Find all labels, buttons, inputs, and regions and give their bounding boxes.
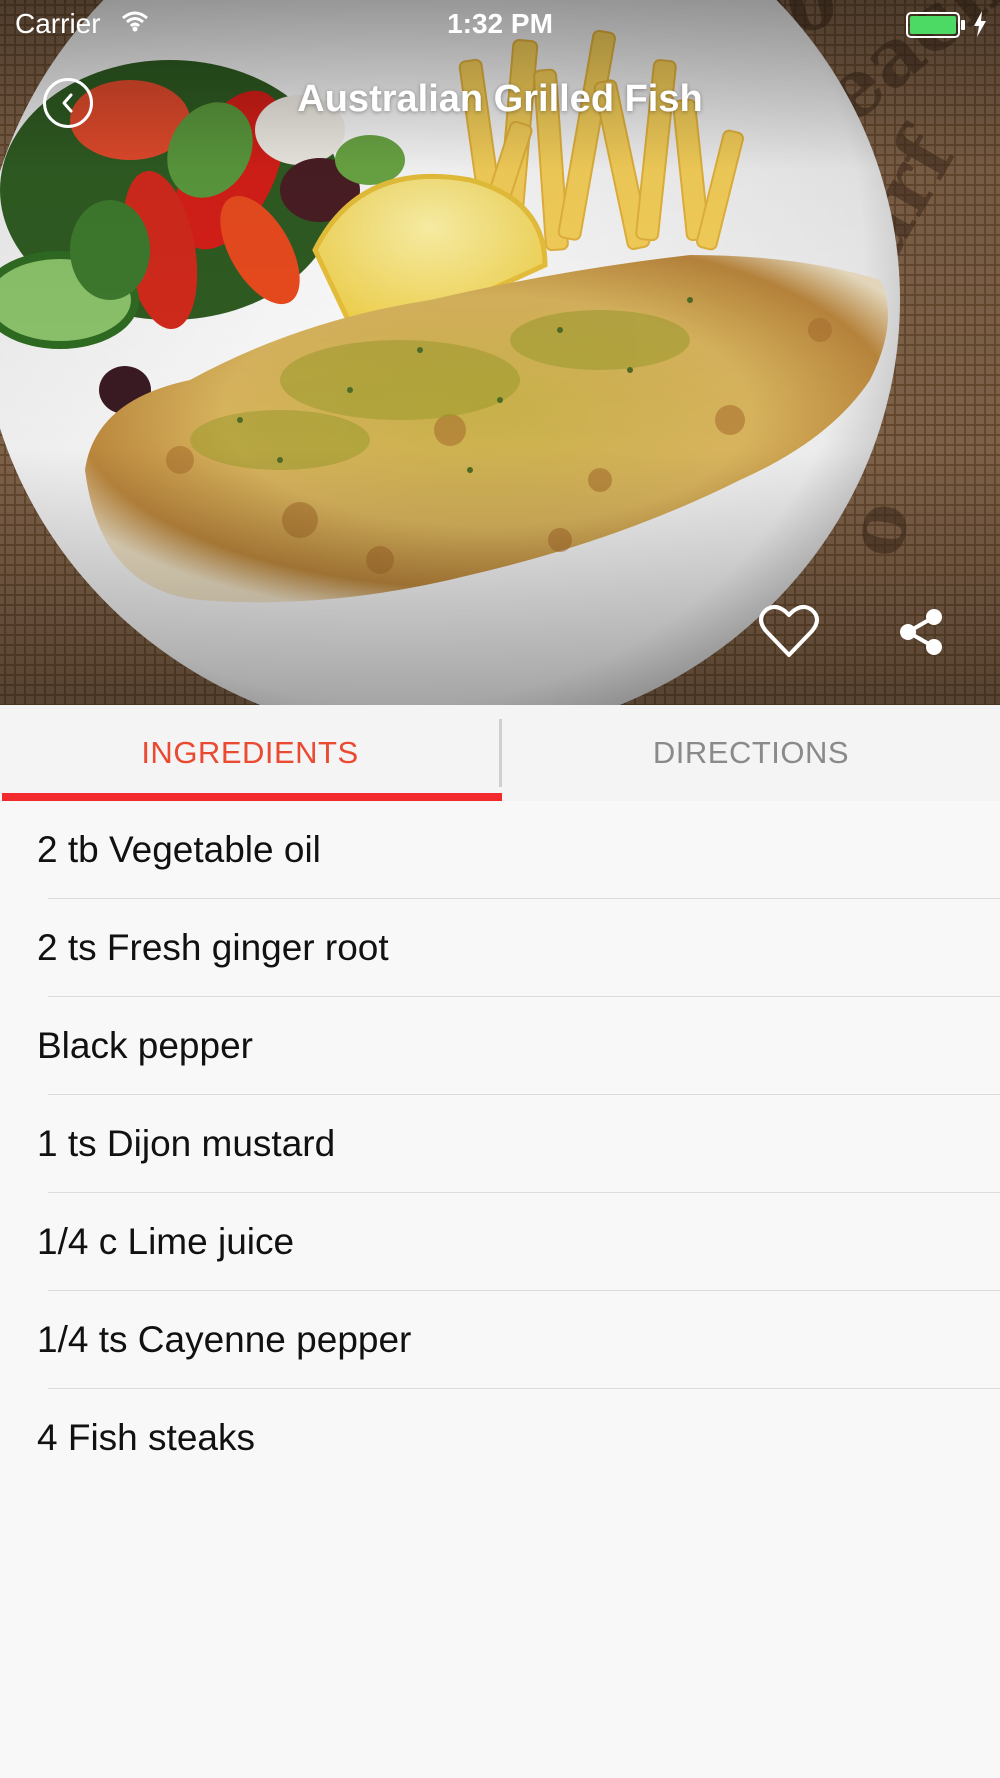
ingredient-item[interactable]: 4 Fish steaks: [0, 1389, 1000, 1487]
active-tab-indicator: [2, 793, 502, 801]
ingredient-item[interactable]: 1/4 c Lime juice: [0, 1193, 1000, 1291]
ingredient-item[interactable]: Black pepper: [0, 997, 1000, 1095]
tab-directions[interactable]: DIRECTIONS: [501, 705, 1000, 801]
ingredient-item[interactable]: 2 tb Vegetable oil: [0, 801, 1000, 899]
ingredient-item[interactable]: 1/4 ts Cayenne pepper: [0, 1291, 1000, 1389]
ingredient-label: 2 tb Vegetable oil: [37, 829, 321, 870]
recipe-tab-bar: INGREDIENTS DIRECTIONS: [0, 705, 1000, 803]
ingredient-list: 2 tb Vegetable oil 2 ts Fresh ginger roo…: [0, 801, 1000, 1487]
status-time: 1:32 PM: [447, 8, 553, 39]
heart-outline-icon: [759, 604, 819, 657]
ingredient-label: 1/4 c Lime juice: [37, 1221, 295, 1262]
tab-ingredients[interactable]: INGREDIENTS: [0, 705, 500, 801]
recipe-title: Australian Grilled Fish: [297, 78, 703, 120]
ingredient-label: 4 Fish steaks: [37, 1417, 255, 1458]
favorite-button[interactable]: [758, 603, 820, 659]
ingredient-label: 1 ts Dijon mustard: [37, 1123, 336, 1164]
ingredient-label: 2 ts Fresh ginger root: [37, 927, 389, 968]
ingredient-item[interactable]: 1 ts Dijon mustard: [0, 1095, 1000, 1193]
ingredient-label: 1/4 ts Cayenne pepper: [37, 1319, 412, 1360]
ingredient-item[interactable]: 2 ts Fresh ginger root: [0, 899, 1000, 997]
battery-icon: [906, 12, 965, 38]
share-icon: [900, 609, 942, 655]
share-button[interactable]: [898, 608, 944, 656]
ingredient-label: Black pepper: [37, 1025, 253, 1066]
charging-bolt-icon: [974, 11, 986, 37]
status-bar: Carrier 1:32 PM: [0, 0, 1000, 50]
